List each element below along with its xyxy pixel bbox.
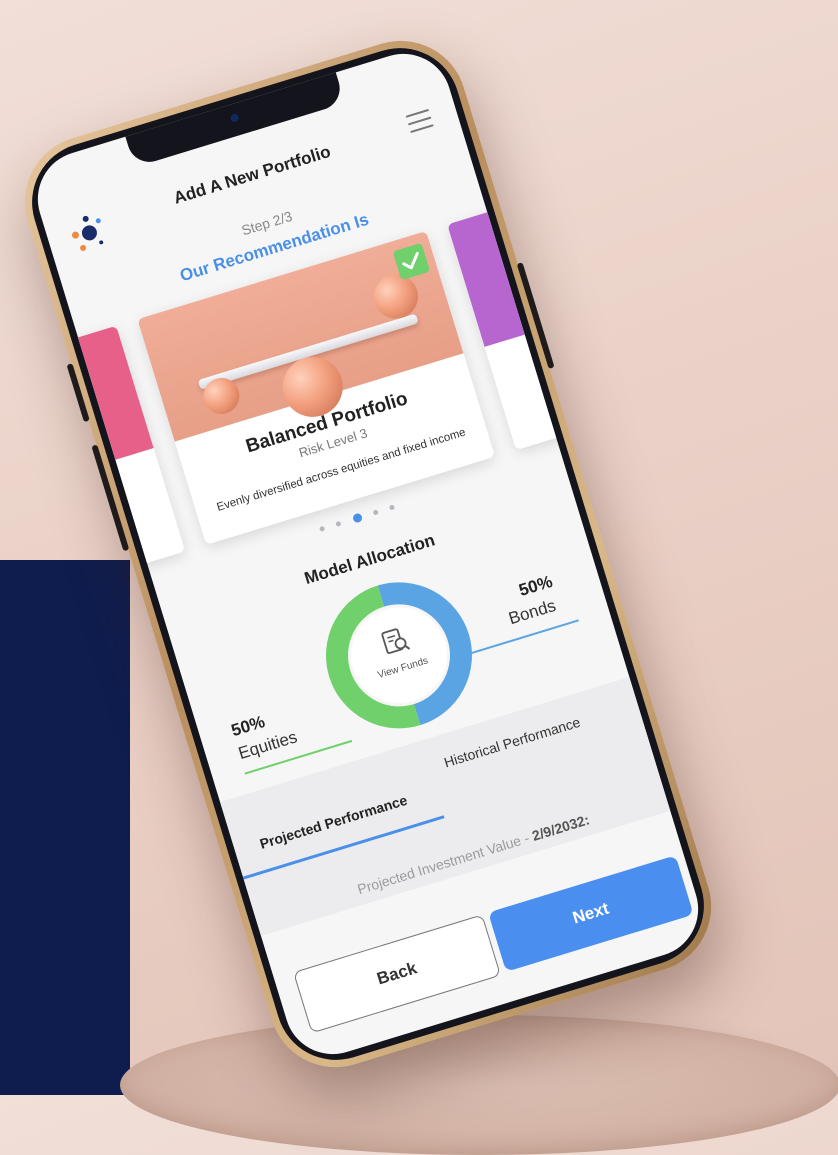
logo-dot bbox=[98, 239, 104, 245]
pager-dot[interactable] bbox=[372, 509, 379, 516]
bonds-label: Bonds bbox=[506, 595, 559, 629]
document-search-icon bbox=[381, 628, 411, 654]
logo-dot bbox=[79, 244, 87, 252]
next-button[interactable]: Next bbox=[488, 855, 694, 972]
navy-background-panel bbox=[0, 560, 130, 1095]
portfolio-card-next[interactable] bbox=[447, 136, 711, 451]
view-funds-label: View Funds bbox=[376, 655, 430, 682]
pedestal bbox=[120, 1015, 838, 1155]
camera-icon bbox=[229, 112, 240, 123]
card-image bbox=[447, 136, 711, 347]
allocation-donut[interactable]: View Funds bbox=[307, 563, 492, 748]
pager-dot[interactable] bbox=[335, 520, 342, 528]
pager-dot[interactable] bbox=[318, 526, 325, 533]
card-image bbox=[25, 325, 154, 537]
pager-dot[interactable] bbox=[389, 504, 396, 511]
pager-dot-active[interactable] bbox=[351, 512, 363, 525]
